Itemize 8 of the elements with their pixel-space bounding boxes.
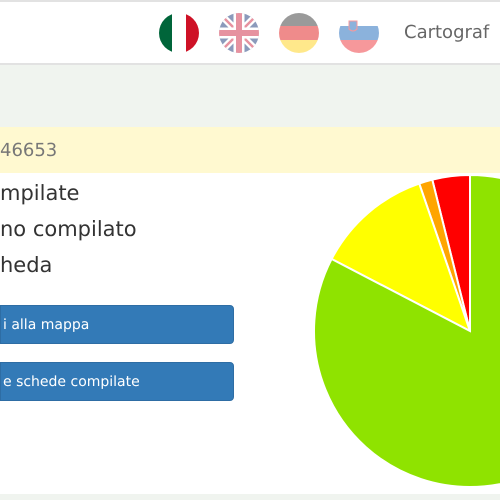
- summary-text: mpilate: [0, 180, 80, 207]
- summary-text: no compilato: [0, 216, 138, 243]
- action-button[interactable]: e schede compilate: [0, 362, 234, 401]
- action-button[interactable]: i alla mappa: [0, 305, 234, 344]
- flag-icon[interactable]: [158, 12, 200, 54]
- notice-text: 46653: [0, 140, 58, 160]
- summary-text: heda: [0, 252, 54, 279]
- brand-title[interactable]: Cartograf: [404, 22, 490, 43]
